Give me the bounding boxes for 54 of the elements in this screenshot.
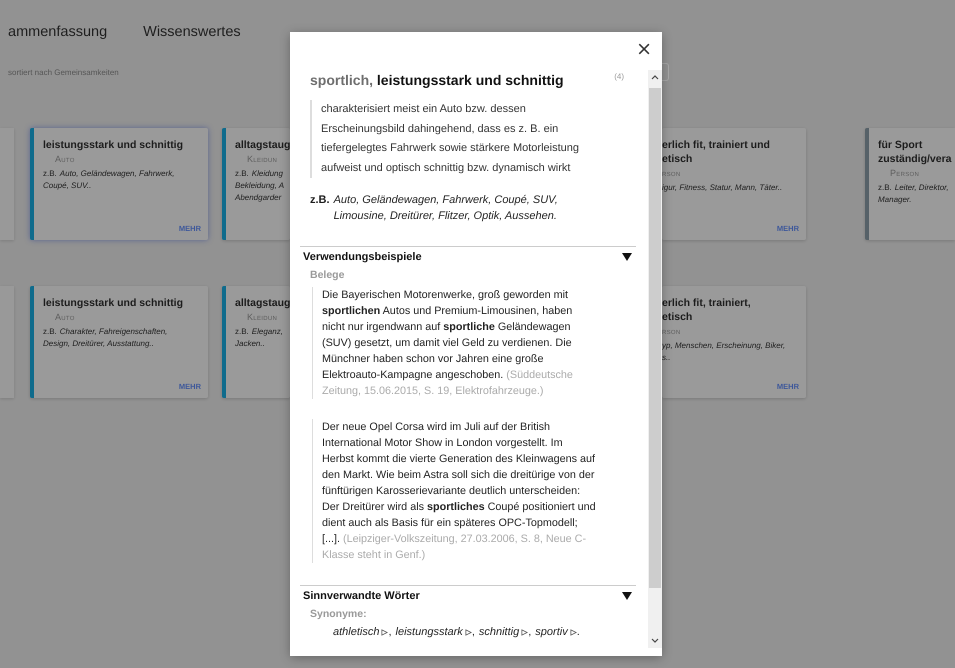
card-category: Auto — [54, 311, 76, 322]
example-label: z.B. — [310, 193, 330, 208]
card-title: für Sport zuständig/vera — [878, 138, 953, 166]
card-examples: z.B. Kleidung Bekleidung, A Abendgarder — [235, 168, 286, 204]
tab[interactable]: Wissenswertes — [143, 24, 241, 40]
section-subtitle: Synonyme: — [310, 608, 368, 620]
link-arrow-icon — [464, 628, 472, 636]
quote-text: Die Bayerischen Motorenwerke, groß geworden mit sportlichen Autos und Premium-Limousinen, haben nicht nur irgendwann auf sportliche Geländewagen (SUV) gesetzt, um damit viel Geld zu verdienen. Die Münchner haben schon vor Jahren eine große Elektroauto-Kampagne angeschoben. (Süddeutsche Zeitung, 15.06.2015, S. 19, Elektrofahrzeuge.) — [322, 289, 573, 397]
result-card[interactable]: für Sport zuständig/vera Person z.B. Leiter, Direktor, Manager. — [865, 128, 955, 240]
dialog-title: sportlich, leistungsstark und schnittig — [310, 72, 564, 88]
sort-hint: sortiert nach Gemeinsamkeiten — [8, 68, 120, 76]
separator: , — [388, 626, 392, 638]
card-examples: igur, Fitness, Statur, Mann, Täter.. — [662, 182, 784, 194]
synonym-link[interactable]: leistungsstark — [396, 626, 463, 638]
close-button[interactable]: × — [634, 40, 654, 58]
toggle-icon[interactable] — [622, 591, 632, 601]
card-examples: z.B. Eleganz, Jacken.. — [235, 326, 284, 350]
synonym-link[interactable]: schnittig — [478, 626, 520, 638]
quote-text: Der neue Opel Corsa wird im Juli auf der British International Motor Show in London vorgestellt. Im Herbst kommt die vierte Generation des Kleinwagens auf den Markt. Wie beim Astra soll sich die dreitürige von der fünftürigen Karosserievariante deutlich unterscheiden: Der Dreitürer wird als sportliches Coupé positioniert und dient auch als Basis für ein späteres OPC-Topmodell; [...]. (Leipziger-Volkszeitung, 27.03.2006, S. 8, Neue C-Klasse steht in Genf.) — [322, 421, 596, 561]
card-category: Auto — [54, 153, 76, 164]
definition-text: charakterisiert meist ein Auto bzw. dessen Erscheinungsbild dahingehend, dass es z. B. ein tiefergelegtes Fahrwerk sowie stärkere Motorleistung aufweist und optisch schnittig bzw. dynamisch wirkt — [310, 100, 606, 178]
card-category: Kleidun — [246, 153, 278, 164]
card-examples: yp, Menschen, Erscheinung, Biker, s.. — [662, 340, 786, 364]
tab[interactable]: ammenfassung — [8, 24, 108, 40]
result-card[interactable]: alltagstaug Kleidun z.B. Kleidung Bekleidung, A Abendgarder — [222, 128, 290, 240]
card-examples: z.B. Charakter, Fahreigenschaften, Design, Dreitürer, Ausstattung.. — [43, 326, 168, 350]
scrollbar[interactable] — [648, 70, 662, 648]
card-title: alltagstaug — [235, 138, 290, 152]
card-title: leistungsstark und schnittig — [43, 138, 184, 152]
card-title: erlich fit, trainiert und etisch — [662, 138, 771, 166]
section-header[interactable]: Verwendungsbeispiele — [300, 247, 636, 263]
separator: , — [528, 626, 532, 638]
card-title: alltagstaug — [235, 296, 290, 310]
card-examples: z.B. Auto, Geländewagen, Fahrwerk, Coupé, SUV.. — [43, 168, 176, 192]
toggle-icon[interactable] — [622, 252, 632, 262]
card-category: rson — [662, 325, 682, 336]
card-examples: z.B. Leiter, Direktor, Manager. — [878, 182, 950, 206]
synonym-link[interactable]: sportiv — [535, 626, 568, 638]
card-title: leistungsstark und schnittig — [43, 296, 184, 310]
card-title: erlich fit, trainiert, etisch — [662, 296, 752, 324]
link-arrow-icon — [521, 628, 528, 636]
count: (4) — [614, 72, 624, 81]
separator: . — [576, 626, 580, 638]
synonym-link[interactable]: athletisch — [333, 626, 380, 638]
result-card[interactable]: alltagstaug Kleidun z.B. Eleganz, Jacken.. — [222, 286, 290, 398]
separator: , — [472, 626, 475, 638]
section-header[interactable]: Sinnverwandte Wörter — [300, 586, 636, 602]
link-arrow-icon — [570, 628, 577, 636]
card-category: Kleidun — [246, 311, 278, 322]
link-arrow-icon — [381, 628, 388, 636]
card-category: rson — [662, 167, 682, 178]
section-subtitle: Belege — [310, 269, 346, 281]
example-words: Auto, Geländewagen, Fahrwerk, Coupé, SUV, Limousine, Dreitürer, Flitzer, Optik, Aussehen. — [334, 193, 559, 224]
card-category: Person — [889, 167, 920, 178]
